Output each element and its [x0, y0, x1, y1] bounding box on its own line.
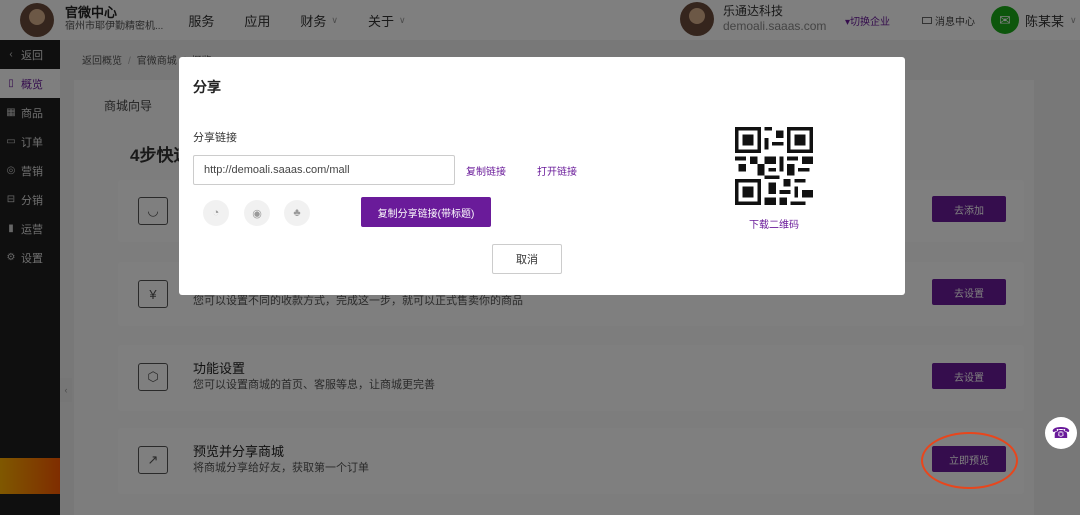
wechat-share-icon[interactable]: ◔	[203, 200, 229, 226]
modal-title: 分享	[193, 79, 221, 95]
customer-service-icon[interactable]: ☎	[1045, 417, 1077, 449]
open-link-button[interactable]: 打开链接	[537, 163, 577, 178]
share-link-input[interactable]	[193, 155, 455, 185]
weibo-share-icon[interactable]: ◉	[244, 200, 270, 226]
qr-code-image	[735, 127, 813, 205]
highlight-annotation	[921, 432, 1018, 489]
share-modal: 分享 分享链接 复制链接 打开链接 ◔ ◉ ♣ 复制分享链接(带标题) 取消 下…	[179, 57, 905, 295]
download-qr-link[interactable]: 下载二维码	[749, 216, 799, 231]
cancel-button[interactable]: 取消	[492, 244, 562, 274]
qq-share-icon[interactable]: ♣	[284, 200, 310, 226]
share-link-label: 分享链接	[193, 132, 237, 144]
copy-link-button[interactable]: 复制链接	[466, 163, 506, 178]
copy-link-with-title-button[interactable]: 复制分享链接(带标题)	[361, 197, 491, 227]
